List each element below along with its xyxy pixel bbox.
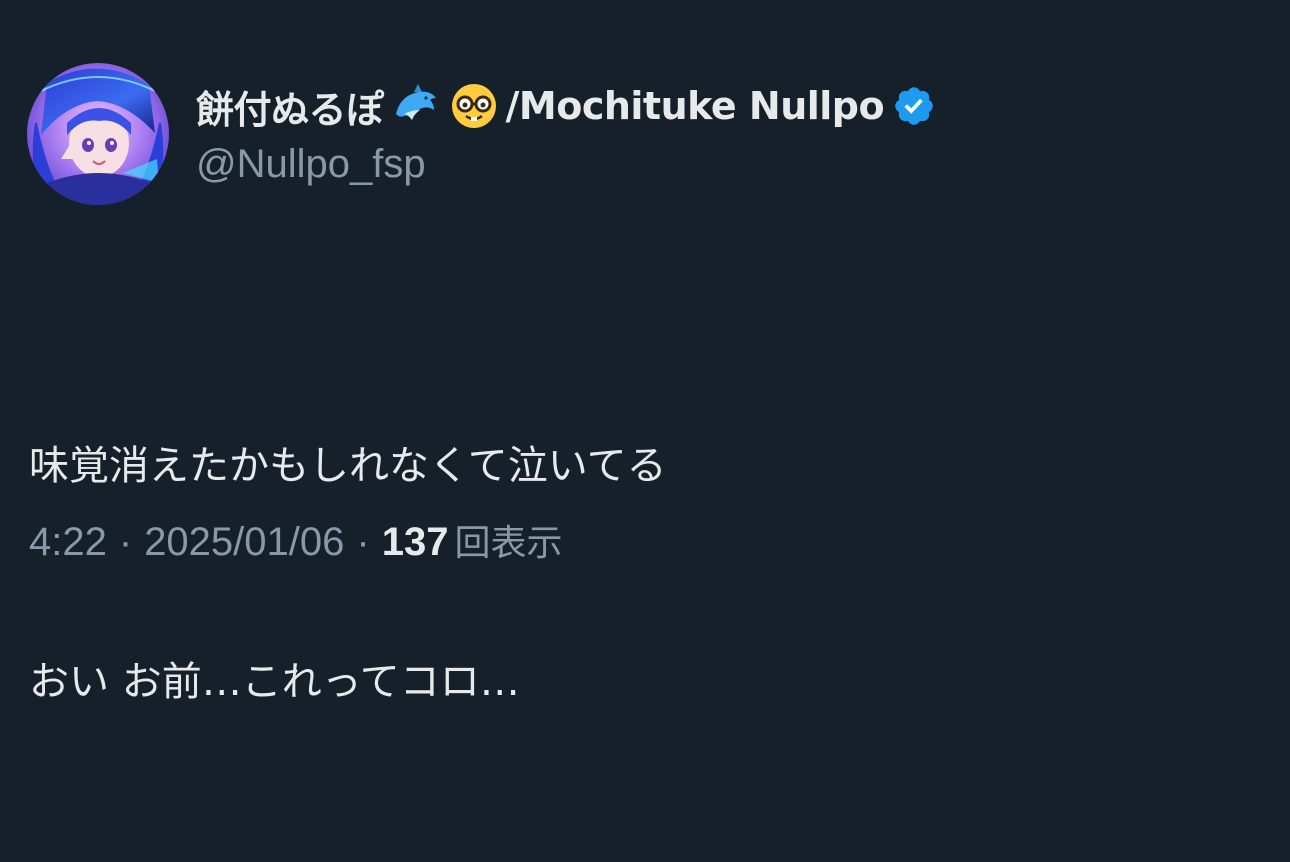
tweet-text-line: 味覚消えたかもしれなくて泣いてる <box>29 443 667 489</box>
verified-badge-icon[interactable] <box>892 84 936 128</box>
tweet-meta: 4:22 · 2025/01/06 · 137 回表示 <box>29 514 562 566</box>
tweet-time[interactable]: 4:22 <box>29 520 107 565</box>
dolphin-emoji-icon <box>390 80 442 132</box>
avatar[interactable] <box>27 63 169 205</box>
meta-separator: · <box>118 520 133 564</box>
tweet-text-line: おい お前…これってコロ… <box>29 659 520 705</box>
nerd-face-emoji-icon <box>448 80 500 132</box>
display-name-latin[interactable]: /Mochituke Nullpo <box>506 84 885 128</box>
user-handle[interactable]: @Nullpo_fsp <box>196 142 426 187</box>
views-count[interactable]: 137 <box>382 520 449 565</box>
display-name-row: 餅付ぬるぽ /Mochituke Nullpo <box>196 76 936 136</box>
tweet-text: 味覚消えたかもしれなくて泣いてる おい お前…これってコロ… <box>29 286 667 862</box>
tweet-date[interactable]: 2025/01/06 <box>144 520 344 565</box>
avatar-image <box>27 63 169 205</box>
meta-separator: · <box>356 520 370 564</box>
display-name[interactable]: 餅付ぬるぽ <box>196 79 384 134</box>
tweet: 餅付ぬるぽ /Mochituke Nullpo @Nullpo_fsp 味覚消え… <box>0 0 1290 705</box>
views-label: 回表示 <box>454 523 563 564</box>
